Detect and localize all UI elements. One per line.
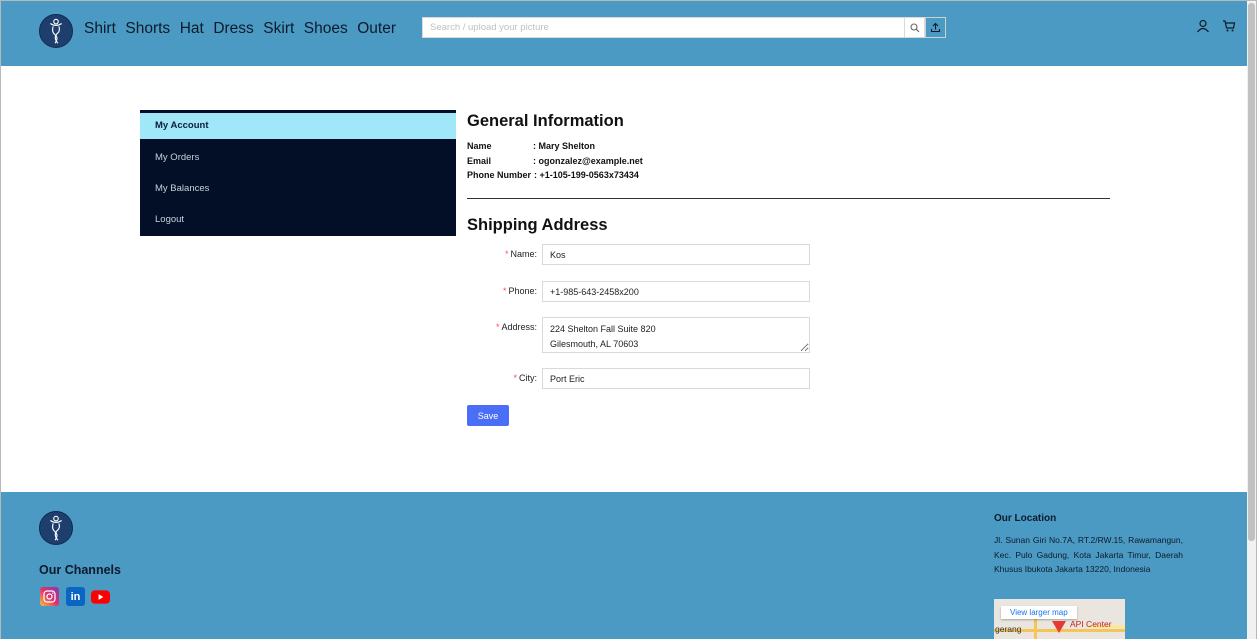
nav-shorts[interactable]: Shorts <box>125 20 170 38</box>
sidebar-item-my-orders[interactable]: My Orders <box>140 142 456 173</box>
save-button[interactable]: Save <box>467 405 509 426</box>
sidebar-item-logout[interactable]: Logout <box>140 204 456 235</box>
account-sidebar: My Account My Orders My Balances Logout <box>140 110 456 236</box>
map-road <box>1034 617 1037 639</box>
info-value: : Mary Shelton <box>533 141 596 151</box>
form-row-phone: * Phone: <box>467 281 810 302</box>
category-nav: Shirt Shorts Hat Dress Skirt Shoes Outer <box>84 20 406 38</box>
footer-logo[interactable] <box>39 511 73 545</box>
user-icon[interactable] <box>1196 19 1210 33</box>
map-pin-icon <box>1052 621 1066 633</box>
section-divider <box>467 198 1110 199</box>
nav-shirt[interactable]: Shirt <box>84 20 116 38</box>
form-row-name: * Name: <box>467 244 810 265</box>
scrollbar-thumb[interactable] <box>1248 3 1255 541</box>
info-row-name: Name : Mary Shelton <box>467 141 643 156</box>
info-label: Phone Number <box>467 170 532 180</box>
upload-button[interactable] <box>925 17 946 38</box>
search-input[interactable] <box>422 17 904 38</box>
info-row-phone: Phone Number : +1-105-199-0563x73434 <box>467 170 643 185</box>
info-label: Email <box>467 155 492 166</box>
sidebar-item-my-account[interactable]: My Account <box>140 113 456 139</box>
nav-dress[interactable]: Dress <box>213 20 253 38</box>
map-label: API Center <box>1070 619 1112 629</box>
location-address: Jl. Sunan Giri No.7A, RT.2/RW.15, Rawama… <box>994 535 1183 574</box>
upload-icon <box>930 22 941 33</box>
form-row-address: * Address: 224 Shelton Fall Suite 820 Gil… <box>467 317 810 353</box>
logo-figure-icon <box>50 18 62 44</box>
phone-label: * Phone: <box>502 286 537 296</box>
instagram-icon[interactable] <box>40 587 59 606</box>
name-label: * Name: <box>504 249 537 259</box>
linkedin-icon[interactable]: in <box>66 587 85 606</box>
general-information: Name : Mary Shelton Email : ogonzalez@ex… <box>467 141 643 185</box>
nav-hat[interactable]: Hat <box>180 20 204 38</box>
form-row-city: * City: <box>467 368 810 389</box>
channels-title: Our Channels <box>39 563 121 577</box>
info-label: Name <box>467 141 492 151</box>
map-label: gerang <box>995 624 1022 634</box>
address-label: * Address: <box>495 322 537 332</box>
view-larger-map-link[interactable]: View larger map <box>1001 606 1077 619</box>
nav-skirt[interactable]: Skirt <box>263 20 294 38</box>
general-information-title: General Information <box>467 112 624 130</box>
address-textarea[interactable]: 224 Shelton Fall Suite 820 Gilesmouth, A… <box>542 317 810 353</box>
brand-logo[interactable] <box>39 14 73 48</box>
name-input[interactable] <box>542 244 810 265</box>
info-row-email: Email : ogonzalez@example.net <box>467 156 643 171</box>
info-value: : +1-105-199-0563x73434 <box>534 170 639 180</box>
location-map[interactable]: View larger map gerang API Center <box>994 599 1125 639</box>
shipping-address-title: Shipping Address <box>467 216 608 234</box>
sidebar-item-my-balances[interactable]: My Balances <box>140 173 456 204</box>
city-label: * City: <box>513 373 537 383</box>
search-button[interactable] <box>904 17 925 38</box>
nav-shoes[interactable]: Shoes <box>304 20 348 38</box>
nav-outer[interactable]: Outer <box>357 20 396 38</box>
header: Shirt Shorts Hat Dress Skirt Shoes Outer <box>1 1 1248 66</box>
page-scrollbar[interactable] <box>1247 1 1256 639</box>
logo-figure-icon <box>50 515 62 541</box>
info-value: : ogonzalez@example.net <box>533 155 643 166</box>
search-icon <box>909 22 919 32</box>
location-title: Our Location <box>994 513 1057 524</box>
city-input[interactable] <box>542 368 810 389</box>
footer: Our Channels in Our Location Jl. Sunan G… <box>1 492 1248 639</box>
search-bar <box>422 17 946 38</box>
cart-icon[interactable] <box>1222 19 1236 33</box>
youtube-icon[interactable] <box>91 587 110 606</box>
phone-input[interactable] <box>542 281 810 302</box>
